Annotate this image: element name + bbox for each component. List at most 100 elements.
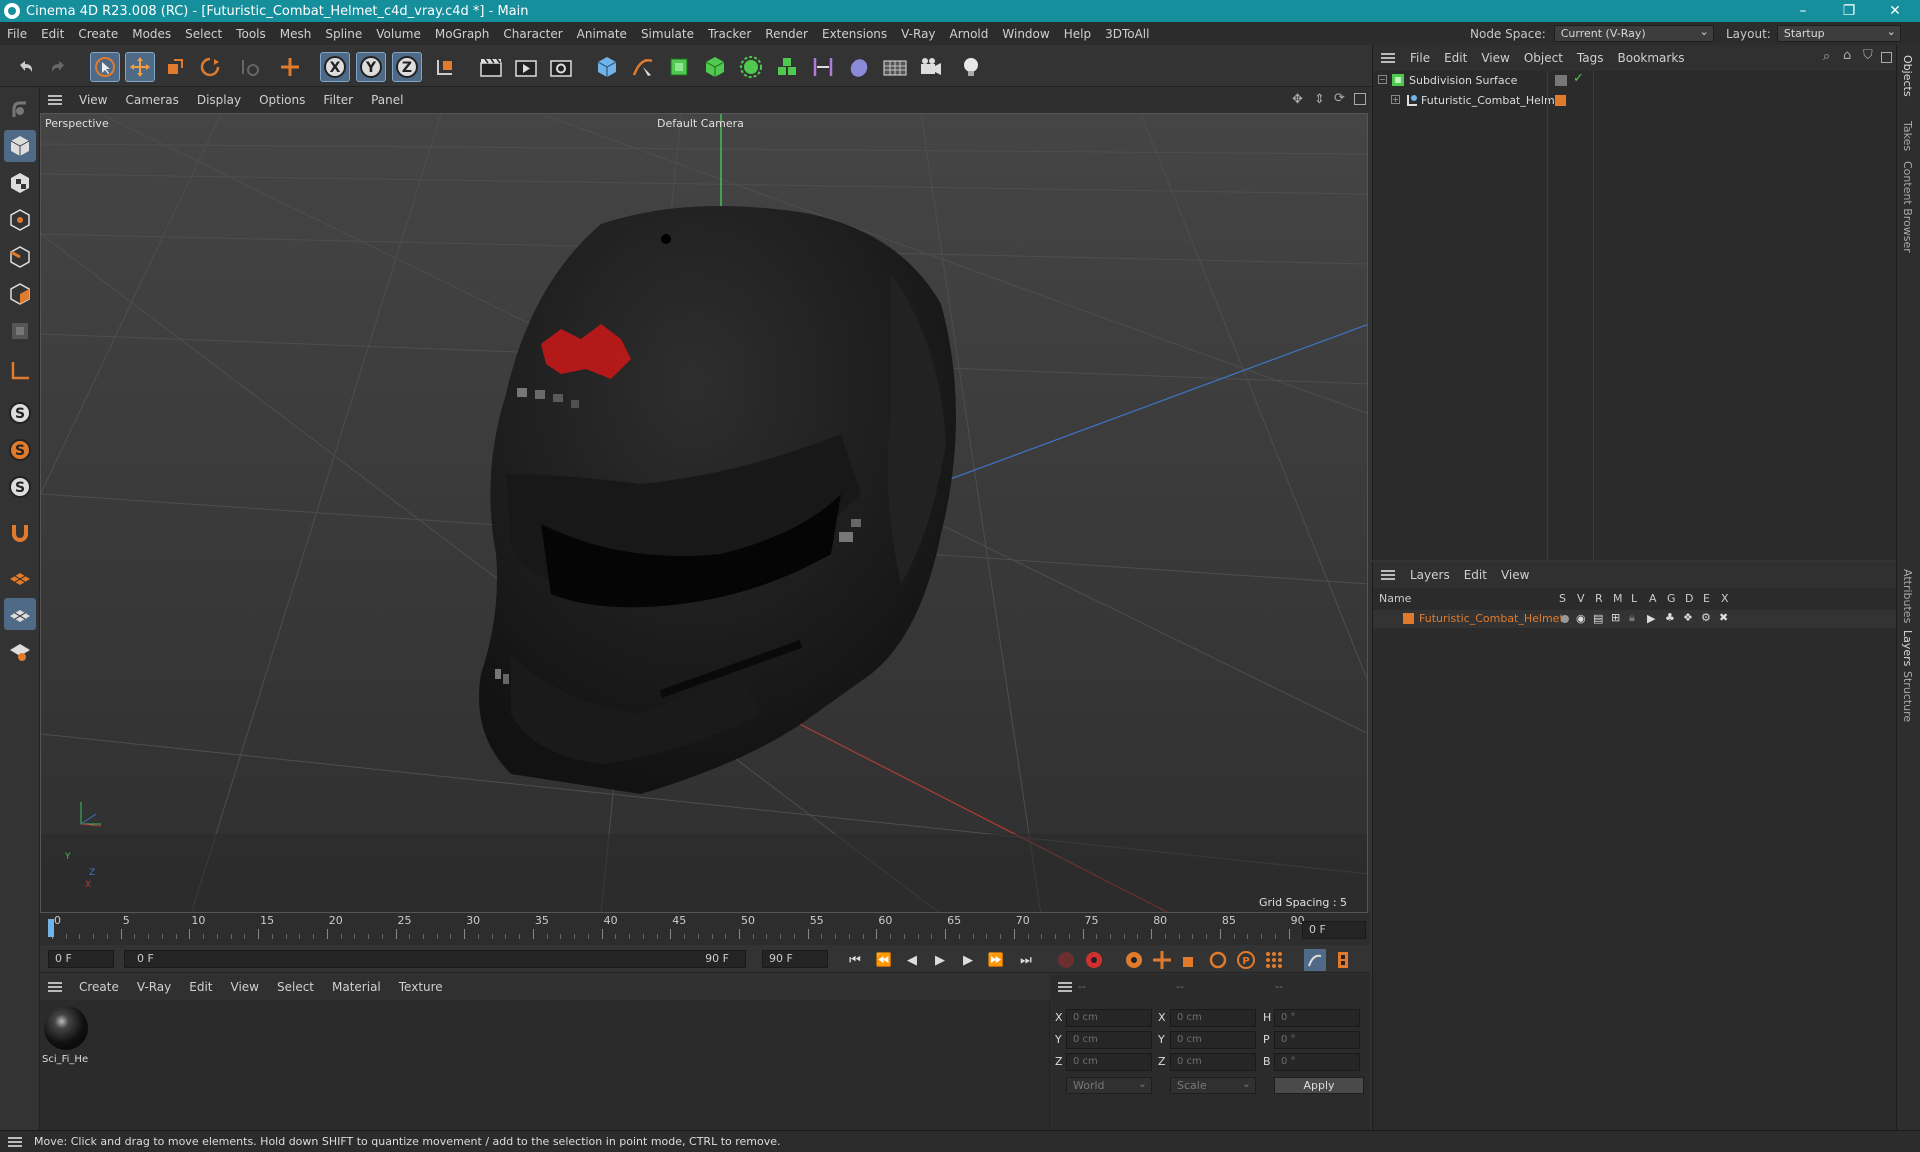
world-axis-button[interactable] (275, 52, 305, 82)
deformer-button[interactable] (808, 52, 838, 82)
rot-p-field[interactable]: 0 ° (1274, 1031, 1360, 1049)
object-filter-icon[interactable]: ⛉ (1863, 48, 1873, 63)
go-to-end-button[interactable]: ⏭ (1015, 949, 1037, 971)
pos-y-field[interactable]: 0 cm (1066, 1031, 1152, 1049)
pen-spline-button[interactable] (628, 52, 658, 82)
menu-3dtoall[interactable]: 3DToAll (1098, 27, 1156, 41)
object-menu-file[interactable]: File (1403, 51, 1437, 65)
viewport-move-icon[interactable]: ✥ (1292, 92, 1303, 107)
snap-settings-button[interactable]: S (4, 434, 36, 466)
column-solo[interactable]: S (1559, 592, 1566, 605)
viewport-menu-icon[interactable] (48, 95, 62, 105)
model-mode-button[interactable] (4, 130, 36, 162)
menu-extensions[interactable]: Extensions (815, 27, 894, 41)
next-frame-button[interactable]: ▶ (957, 949, 979, 971)
layer-color-icon[interactable] (1555, 95, 1566, 106)
mograph-array-button[interactable] (772, 52, 802, 82)
column-generators[interactable]: G (1667, 592, 1676, 605)
y-axis-lock-button[interactable]: Y (356, 52, 386, 82)
pos-x-field[interactable]: 0 cm (1066, 1009, 1152, 1027)
layer-menu-view[interactable]: View (1494, 568, 1536, 582)
material-menu-material[interactable]: Material (323, 980, 390, 994)
generator-icon[interactable]: ♣ (1665, 611, 1675, 624)
polygon-mode-button[interactable] (4, 278, 36, 310)
render-view-button[interactable] (476, 52, 506, 82)
workplane-button[interactable] (4, 355, 36, 387)
menu-edit[interactable]: Edit (34, 27, 71, 41)
record-keys-button[interactable] (1055, 949, 1077, 971)
key-scale-button[interactable] (1179, 949, 1201, 971)
extrude-button[interactable] (700, 52, 730, 82)
timeline-settings-button[interactable] (1304, 949, 1326, 971)
menu-vray[interactable]: V-Ray (894, 27, 942, 41)
transform-mode-dropdown[interactable]: Scale (1170, 1076, 1256, 1094)
manager-tree-icon[interactable]: ⊞ (1611, 611, 1620, 624)
animation-play-icon[interactable]: ▶ (1647, 612, 1655, 625)
viewport-menu-panel[interactable]: Panel (362, 93, 412, 107)
render-clapper-icon[interactable]: ▤ (1593, 612, 1603, 625)
menu-animate[interactable]: Animate (570, 27, 634, 41)
camera-label[interactable]: Default Camera (657, 117, 744, 130)
column-visible[interactable]: V (1577, 592, 1585, 605)
layer-menu-layers[interactable]: Layers (1403, 568, 1457, 582)
column-expressions[interactable]: E (1703, 592, 1710, 605)
menu-volume[interactable]: Volume (369, 27, 428, 41)
previous-key-button[interactable]: ⏪ (873, 949, 895, 971)
tab-content-browser[interactable]: Content Browser (1901, 161, 1914, 253)
current-frame-field[interactable]: 0 F (1302, 921, 1366, 939)
timeline-playhead[interactable] (48, 919, 54, 937)
menu-arnold[interactable]: Arnold (943, 27, 996, 41)
render-settings-button[interactable] (546, 52, 576, 82)
size-y-field[interactable]: 0 cm (1170, 1031, 1256, 1049)
make-editable-button[interactable] (4, 93, 36, 125)
tab-objects[interactable]: Objects (1901, 55, 1914, 97)
viewport-menu-filter[interactable]: Filter (314, 93, 362, 107)
key-selection-button[interactable] (1123, 949, 1145, 971)
workplane-align-button[interactable] (4, 598, 36, 630)
material-menu-create[interactable]: Create (70, 980, 128, 994)
visibility-toggle-icon[interactable] (1555, 75, 1567, 86)
layer-name[interactable]: Futuristic_Combat_Helmet (1419, 612, 1564, 625)
subdivision-surface-button[interactable] (664, 52, 694, 82)
object-new-window-icon[interactable] (1881, 52, 1892, 63)
status-menu-icon[interactable] (8, 1136, 22, 1147)
xref-icon[interactable]: ✖ (1719, 611, 1728, 624)
menu-character[interactable]: Character (496, 27, 569, 41)
light-button[interactable] (956, 52, 986, 82)
viewport-menu-view[interactable]: View (70, 93, 116, 107)
menu-window[interactable]: Window (995, 27, 1056, 41)
live-selection-button[interactable] (90, 52, 120, 82)
expression-icon[interactable]: ⚙ (1701, 611, 1711, 624)
viewport-maximize-icon[interactable] (1354, 93, 1366, 105)
viewport-menu-display[interactable]: Display (188, 93, 250, 107)
autokeying-button[interactable] (1083, 949, 1105, 971)
tab-attributes[interactable]: Attributes (1901, 569, 1914, 623)
rot-b-field[interactable]: 0 ° (1274, 1053, 1360, 1071)
layer-menu-edit[interactable]: Edit (1457, 568, 1494, 582)
object-menu-tags[interactable]: Tags (1570, 51, 1611, 65)
edge-mode-button[interactable] (4, 241, 36, 273)
menu-spline[interactable]: Spline (318, 27, 369, 41)
previous-frame-button[interactable]: ◀ (901, 949, 923, 971)
size-x-field[interactable]: 0 cm (1170, 1009, 1256, 1027)
rotate-tool-button[interactable] (195, 52, 225, 82)
collapse-icon[interactable]: − (1378, 75, 1387, 84)
uv-mode-button[interactable] (4, 315, 36, 347)
x-axis-lock-button[interactable]: X (320, 52, 350, 82)
scale-tool-button[interactable] (160, 52, 190, 82)
object-menu-object[interactable]: Object (1517, 51, 1570, 65)
viewport-rotate-icon[interactable]: ⟳ (1334, 91, 1345, 106)
cube-object-button[interactable] (592, 52, 622, 82)
key-parameter-button[interactable]: P (1235, 949, 1257, 971)
3d-viewport[interactable]: Perspective Default Camera Grid Spacing … (40, 113, 1368, 913)
key-pla-button[interactable] (1263, 949, 1285, 971)
viewport-menu-cameras[interactable]: Cameras (116, 93, 187, 107)
visible-eye-icon[interactable]: ◉ (1576, 612, 1586, 625)
object-name[interactable]: Subdivision Surface (1409, 74, 1517, 87)
node-space-dropdown[interactable]: Current (V-Ray) (1553, 24, 1714, 42)
undo-button[interactable] (10, 52, 40, 82)
quantize-button[interactable]: S (4, 471, 36, 503)
object-menu-icon[interactable] (1381, 53, 1395, 63)
menu-modes[interactable]: Modes (125, 27, 178, 41)
timeline-window-button[interactable] (1332, 949, 1354, 971)
